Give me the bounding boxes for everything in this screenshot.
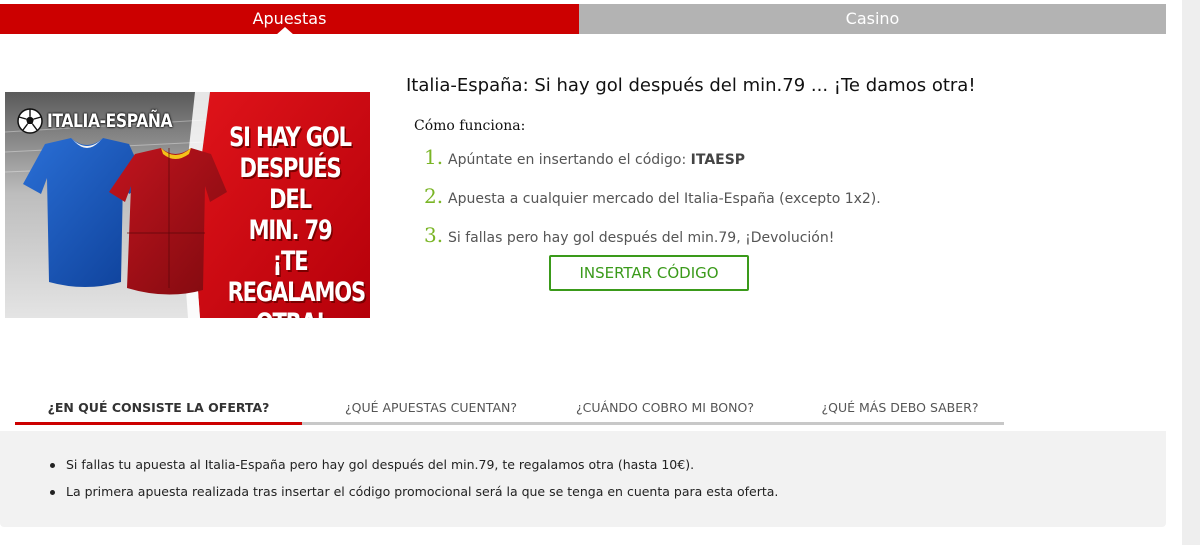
banner-line: OTRA! — [228, 308, 353, 318]
tab-apuestas[interactable]: Apuestas — [0, 4, 579, 35]
step-text-body: Apúntate en insertando el código: — [448, 152, 691, 168]
tab-que-mas-debo-saber[interactable]: ¿QUÉ MÁS DEBO SABER? — [805, 396, 995, 422]
list-item: Si fallas tu apuesta al Italia-España pe… — [50, 458, 778, 472]
offer-details-list: Si fallas tu apuesta al Italia-España pe… — [50, 458, 778, 512]
banner-title: ITALIA-ESPAÑA — [47, 110, 173, 132]
step-number: 2. — [424, 184, 444, 208]
banner-line: ¡TE REGALAMOS — [227, 246, 367, 308]
promo-title: Italia-España: Si hay gol después del mi… — [406, 75, 976, 96]
tab-casino[interactable]: Casino — [579, 4, 1166, 34]
tab-que-apuestas-cuentan[interactable]: ¿QUÉ APUESTAS CUENTAN? — [325, 396, 537, 422]
banner-badge: ITALIA-ESPAÑA — [17, 108, 200, 134]
step-text: Si fallas pero hay gol después del min.7… — [448, 230, 835, 246]
banner-headline: SI HAY GOL DESPUÉS DEL MIN. 79 ¡TE REGAL… — [210, 122, 370, 318]
offer-details-panel: Si fallas tu apuesta al Italia-España pe… — [0, 431, 1166, 527]
step-text: Apuesta a cualquier mercado del Italia-E… — [448, 191, 881, 207]
list-item: La primera apuesta realizada tras insert… — [50, 485, 778, 499]
step-number: 1. — [424, 145, 444, 169]
step-item: 3. Si fallas pero hay gol después del mi… — [424, 223, 834, 247]
banner-line: SI HAY GOL — [229, 122, 352, 153]
step-item: 2. Apuesta a cualquier mercado del Itali… — [424, 184, 881, 208]
tab-en-que-consiste[interactable]: ¿EN QUÉ CONSISTE LA OFERTA? — [15, 396, 302, 425]
step-number: 3. — [424, 223, 444, 247]
soccer-ball-icon — [17, 108, 43, 134]
insert-code-button[interactable]: INSERTAR CÓDIGO — [549, 255, 749, 291]
page-scrollbar[interactable] — [1182, 0, 1200, 545]
step-text: Apúntate en insertando el código: ITAESP — [448, 152, 745, 168]
step-item: 1. Apúntate en insertando el código: ITA… — [424, 145, 745, 169]
offer-info-tabs: ¿EN QUÉ CONSISTE LA OFERTA? ¿QUÉ APUESTA… — [15, 396, 1004, 425]
promo-code: ITAESP — [690, 152, 746, 168]
banner-line: DESPUÉS DEL — [239, 153, 342, 215]
promo-banner-image: ITALIA-ESPAÑA SI HAY GOL DESPUÉS DEL MIN… — [5, 92, 370, 318]
top-tabs: Apuestas Casino — [0, 4, 1166, 35]
banner-line: MIN. 79 — [248, 215, 333, 246]
how-it-works-label: Cómo funciona: — [414, 118, 526, 134]
tab-cuando-cobro-bono[interactable]: ¿CUÁNDO COBRO MI BONO? — [565, 396, 765, 422]
